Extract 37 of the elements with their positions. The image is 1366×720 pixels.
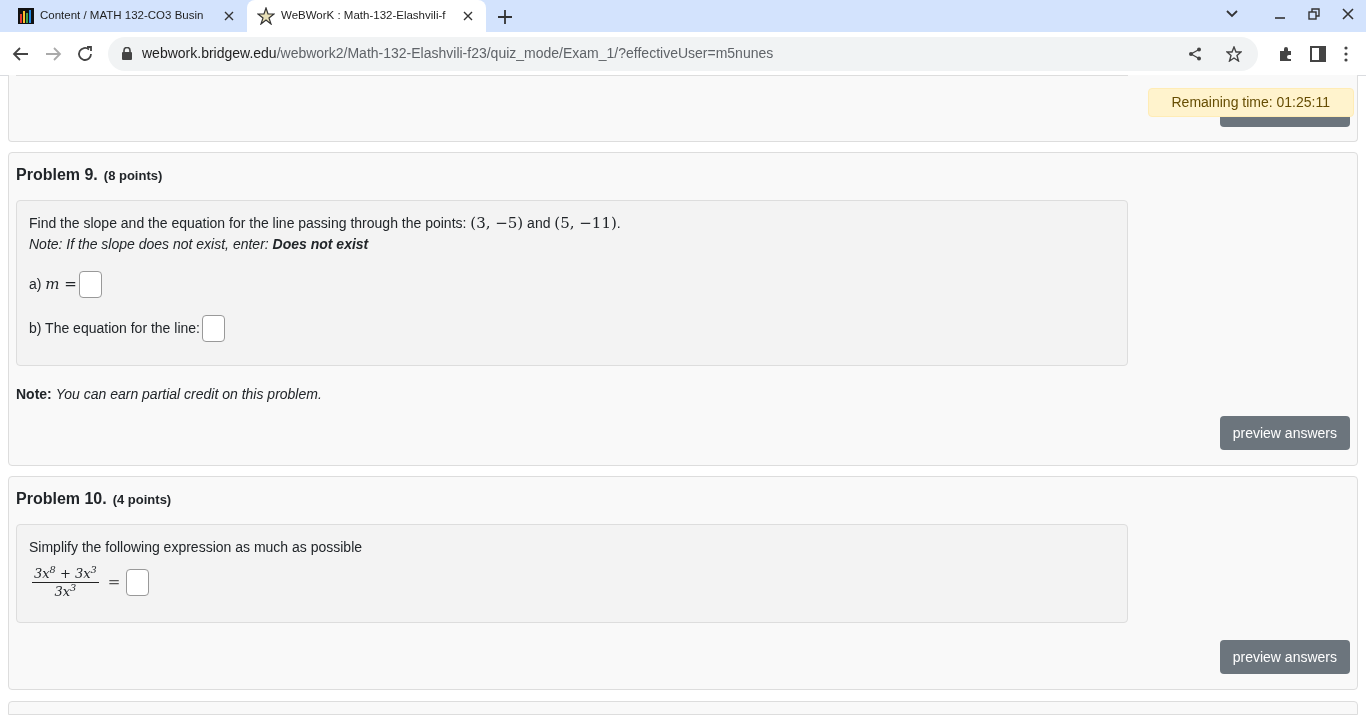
partial-credit-note: Note: You can earn partial credit on this problem. <box>16 385 323 404</box>
note-text: Note: If the slope does not exist, enter: Does not exist <box>29 235 370 254</box>
lock-icon[interactable] <box>122 47 132 60</box>
preview-answers-button[interactable]: preview answers <box>1219 640 1350 674</box>
menu-icon[interactable] <box>1344 45 1348 62</box>
close-icon[interactable] <box>1342 8 1354 20</box>
answer-label: b) The equation for the line: <box>29 318 200 338</box>
answer-label: a) m = <box>29 273 77 295</box>
browser-tab[interactable]: Content / MATH 132-CO3 Busin <box>8 0 247 32</box>
share-icon[interactable] <box>1188 46 1202 61</box>
browser-tab[interactable]: WeBWorK : Math-132-Elashvili-f <box>247 0 486 32</box>
close-icon[interactable] <box>224 11 234 21</box>
star-icon <box>257 7 275 25</box>
timer-banner: Remaining time: 01:25:11 <box>1147 88 1354 117</box>
reload-icon[interactable] <box>76 44 94 63</box>
restore-icon[interactable] <box>1308 8 1320 20</box>
preview-answers-button[interactable]: preview answers <box>1219 416 1350 450</box>
puzzle-icon[interactable] <box>1278 45 1294 62</box>
chevron-down-icon[interactable] <box>1226 10 1238 18</box>
back-icon[interactable] <box>12 44 30 63</box>
answer-field[interactable] <box>201 314 225 342</box>
new-tab-icon[interactable] <box>498 10 512 24</box>
answer-field[interactable] <box>78 270 102 298</box>
question-text: Find the slope and the equation for the line passing through the points: (3, −5) and (5, −11). <box>29 215 621 231</box>
points-label: (4 points) <box>112 491 172 509</box>
close-icon[interactable] <box>463 11 473 21</box>
star-icon[interactable] <box>1226 45 1242 62</box>
address-bar[interactable]: webwork.bridgew.edu/webwork2/Math-132-Elashvili-f23/quiz_mode/Exam_1/?effectiveUser=m5nunes <box>108 36 1258 71</box>
problem-title: Problem 10. <box>16 489 107 509</box>
side-panel-icon[interactable] <box>1310 45 1326 62</box>
bar-chart-icon <box>18 8 34 24</box>
answer-field[interactable] <box>126 569 150 596</box>
problem-title: Problem 9. <box>16 165 98 185</box>
equals-sign: = <box>107 572 121 594</box>
points-label: (8 points) <box>103 167 163 185</box>
fraction-expression: 3x$^{8}$ + 3x$^{3}$ 3x$^{3}$ <box>31 565 100 600</box>
question-text: Simplify the following expression as much as possible <box>29 539 363 555</box>
